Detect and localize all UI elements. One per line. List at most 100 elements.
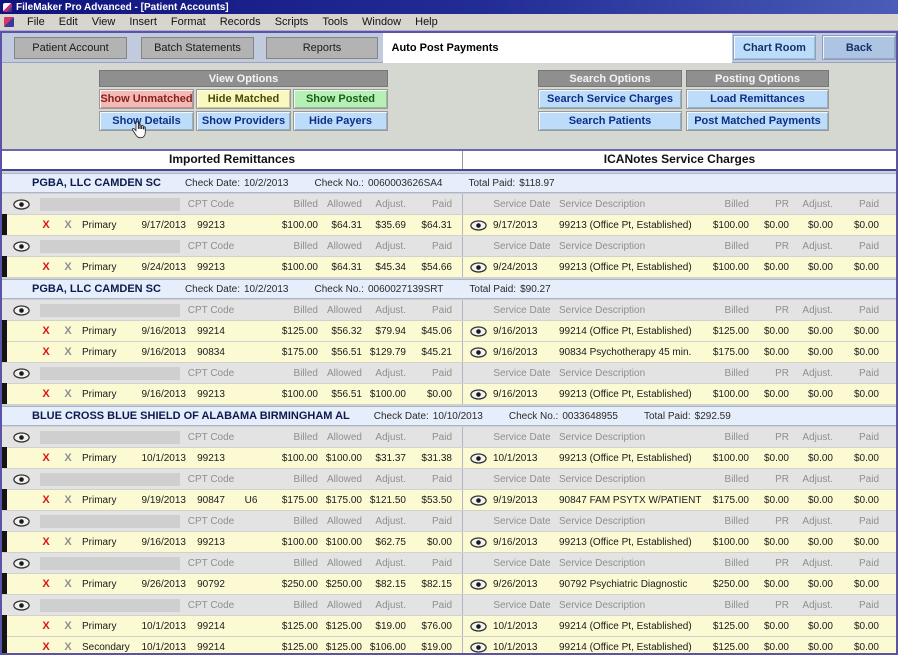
red-x-icon[interactable]: X	[38, 346, 54, 358]
search-patients-button[interactable]: Search Patients	[538, 111, 682, 131]
service-date: 10/1/2013	[493, 453, 551, 464]
gray-x-icon[interactable]: X	[60, 388, 76, 400]
total-paid-value: $118.97	[519, 178, 554, 189]
tab-auto-post-payments[interactable]: Auto Post Payments	[383, 33, 507, 63]
menu-view[interactable]: View	[85, 15, 123, 29]
col-label-cpt-code: CPT Code	[186, 558, 236, 569]
toolbar-search-input[interactable]	[510, 35, 730, 61]
show-unmatched-button[interactable]: Show Unmatched	[99, 89, 194, 109]
claim-data-row[interactable]: XXPrimary9/16/201399214$125.00$56.32$79.…	[2, 321, 896, 341]
eye-icon[interactable]	[463, 579, 493, 590]
eye-icon[interactable]	[463, 389, 493, 400]
eye-icon[interactable]	[463, 642, 493, 653]
col-label-allowed: Allowed	[318, 305, 362, 316]
red-x-icon[interactable]: X	[38, 452, 54, 464]
chart-room-button[interactable]: Chart Room	[733, 35, 816, 60]
menu-tools[interactable]: Tools	[315, 15, 355, 29]
patient-name-field	[40, 515, 186, 528]
menu-records[interactable]: Records	[213, 15, 268, 29]
service-description: 99214 (Office Pt, Established)	[551, 326, 703, 337]
red-x-icon[interactable]: X	[38, 494, 54, 506]
service-billed: $175.00	[703, 495, 749, 506]
gray-x-icon[interactable]: X	[60, 325, 76, 337]
menu-file[interactable]: File	[20, 15, 52, 29]
claim-data-row[interactable]: XXPrimary9/24/201399213$100.00$64.31$45.…	[2, 257, 896, 277]
col-label-adjust: Adjust.	[789, 432, 833, 443]
gray-x-icon[interactable]: X	[60, 494, 76, 506]
claim-data-row[interactable]: XXPrimary9/17/201399213$100.00$64.31$35.…	[2, 215, 896, 235]
menu-window[interactable]: Window	[355, 15, 408, 29]
red-x-icon[interactable]: X	[38, 641, 54, 653]
eye-icon[interactable]	[463, 220, 493, 231]
red-x-icon[interactable]: X	[38, 219, 54, 231]
claim-data-row[interactable]: XXSecondary10/1/201399214$125.00$125.00$…	[2, 637, 896, 653]
gray-x-icon[interactable]: X	[60, 641, 76, 653]
eye-icon[interactable]	[2, 199, 40, 210]
eye-icon[interactable]	[2, 305, 40, 316]
red-x-icon[interactable]: X	[38, 261, 54, 273]
eye-icon[interactable]	[463, 262, 493, 273]
tab-reports[interactable]: Reports	[266, 37, 378, 59]
post-matched-payments-button[interactable]: Post Matched Payments	[686, 111, 829, 131]
hide-payers-button[interactable]: Hide Payers	[293, 111, 388, 131]
remit-allowed: $125.00	[318, 642, 362, 653]
eye-icon[interactable]	[2, 432, 40, 443]
gray-x-icon[interactable]: X	[60, 346, 76, 358]
red-x-icon[interactable]: X	[38, 388, 54, 400]
show-providers-button[interactable]: Show Providers	[196, 111, 291, 131]
tab-patient-account[interactable]: Patient Account	[14, 37, 127, 59]
gray-x-icon[interactable]: X	[60, 536, 76, 548]
claim-data-row[interactable]: XXPrimary10/1/201399214$125.00$125.00$19…	[2, 616, 896, 636]
col-label-billed: Billed	[266, 199, 318, 210]
menu-edit[interactable]: Edit	[52, 15, 85, 29]
remit-billed: $125.00	[266, 326, 318, 337]
tab-batch-statements[interactable]: Batch Statements	[141, 37, 254, 59]
claim-data-row[interactable]: XXPrimary9/26/201390792$250.00$250.00$82…	[2, 574, 896, 594]
menu-format[interactable]: Format	[164, 15, 213, 29]
red-x-icon[interactable]: X	[38, 620, 54, 632]
col-label-service-date: Service Date	[493, 558, 551, 569]
eye-icon[interactable]	[2, 241, 40, 252]
eye-icon[interactable]	[2, 516, 40, 527]
red-x-icon[interactable]: X	[38, 325, 54, 337]
claim-data-row[interactable]: XXPrimary9/16/201390834$175.00$56.51$129…	[2, 342, 896, 362]
remit-adjust: $62.75	[362, 537, 406, 548]
eye-icon[interactable]	[463, 453, 493, 464]
patient-name-redacted	[40, 515, 180, 528]
menu-scripts[interactable]: Scripts	[268, 15, 316, 29]
eye-icon[interactable]	[2, 600, 40, 611]
show-details-button[interactable]: Show Details	[99, 111, 194, 131]
gray-x-icon[interactable]: X	[60, 578, 76, 590]
eye-icon[interactable]	[463, 537, 493, 548]
back-button[interactable]: Back	[822, 35, 896, 60]
col-label-cpt-code: CPT Code	[186, 241, 236, 252]
claim-data-row[interactable]: XXPrimary9/19/201390847U6$175.00$175.00$…	[2, 490, 896, 510]
eye-icon[interactable]	[2, 474, 40, 485]
gray-x-icon[interactable]: X	[60, 219, 76, 231]
remit-billed: $100.00	[266, 220, 318, 231]
col-label-billed: Billed	[703, 241, 749, 252]
claim-data-row[interactable]: XXPrimary9/16/201399213$100.00$56.51$100…	[2, 384, 896, 404]
load-remittances-button[interactable]: Load Remittances	[686, 89, 829, 109]
col-label-paid: Paid	[406, 432, 452, 443]
gray-x-icon[interactable]: X	[60, 620, 76, 632]
patient-name-redacted	[40, 599, 180, 612]
hide-matched-button[interactable]: Hide Matched	[196, 89, 291, 109]
claim-data-row[interactable]: XXPrimary10/1/201399213$100.00$100.00$31…	[2, 448, 896, 468]
claim-data-row[interactable]: XXPrimary9/16/201399213$100.00$100.00$62…	[2, 532, 896, 552]
remit-modifier: U6	[236, 495, 266, 506]
gray-x-icon[interactable]: X	[60, 261, 76, 273]
eye-icon[interactable]	[2, 368, 40, 379]
eye-icon[interactable]	[2, 558, 40, 569]
gray-x-icon[interactable]: X	[60, 452, 76, 464]
eye-icon[interactable]	[463, 621, 493, 632]
show-posted-button[interactable]: Show Posted	[293, 89, 388, 109]
red-x-icon[interactable]: X	[38, 536, 54, 548]
red-x-icon[interactable]: X	[38, 578, 54, 590]
eye-icon[interactable]	[463, 326, 493, 337]
search-service-charges-button[interactable]: Search Service Charges	[538, 89, 682, 109]
menu-insert[interactable]: Insert	[122, 15, 164, 29]
eye-icon[interactable]	[463, 347, 493, 358]
menu-help[interactable]: Help	[408, 15, 445, 29]
eye-icon[interactable]	[463, 495, 493, 506]
